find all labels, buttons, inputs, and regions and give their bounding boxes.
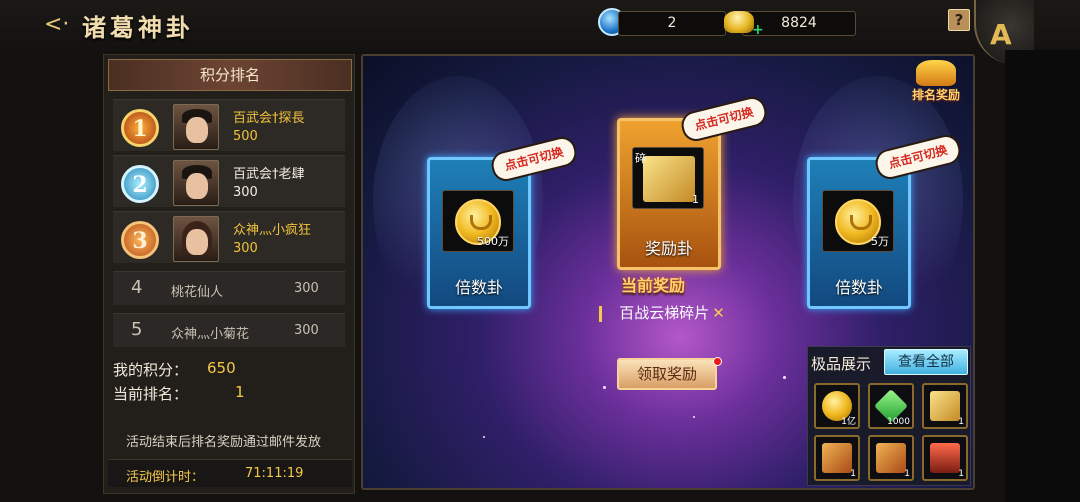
rank-name: 桃花仙人 bbox=[171, 285, 224, 300]
house-fragment-icon bbox=[930, 443, 960, 473]
card-item-slot: 5万 bbox=[822, 190, 894, 252]
rank-row-2[interactable]: 2 百武会†老肆 300 bbox=[113, 155, 345, 207]
rank-reward-label: 排名奖励 bbox=[911, 88, 960, 102]
showcase-item[interactable]: 1亿 bbox=[814, 383, 860, 429]
rank-number: 5 bbox=[131, 319, 143, 340]
item-qty: 1 bbox=[958, 469, 964, 479]
menu-letter: A bbox=[990, 18, 1012, 51]
countdown-bar: 活动倒计时： 71:11:19 bbox=[108, 459, 352, 487]
fragment-icon bbox=[930, 391, 960, 421]
right-edge bbox=[1005, 50, 1080, 502]
rank-score: 300 bbox=[294, 281, 319, 296]
item-qty: 1 bbox=[692, 193, 699, 206]
rank-score: 500 bbox=[233, 129, 258, 144]
close-icon[interactable]: ✕ bbox=[712, 304, 725, 322]
sparkle bbox=[783, 376, 786, 379]
sparkle bbox=[483, 436, 485, 438]
gold-ingot-icon bbox=[724, 11, 754, 33]
rank-row-3[interactable]: 3 众神灬小疯狂 300 bbox=[113, 211, 345, 263]
rank-name: 众神灬小疯狂 bbox=[233, 223, 312, 238]
showcase-item[interactable]: 1 bbox=[922, 435, 968, 481]
reward-panel: 排名奖励 500万 倍数卦 点击可切换 1 奖励卦 点击可切换 5万 倍数卦 点… bbox=[361, 54, 975, 490]
rank-row-1[interactable]: 1 百武会†探長 500 bbox=[113, 99, 345, 151]
showcase-item[interactable]: 1000 bbox=[868, 383, 914, 429]
rank-name: 众神灬小菊花 bbox=[171, 327, 250, 342]
avatar bbox=[173, 160, 219, 206]
taiji-count: 2 bbox=[618, 11, 726, 36]
card-item-slot: 1 bbox=[632, 147, 704, 209]
rank-reward-icon bbox=[916, 60, 956, 86]
card-label: 倍数卦 bbox=[834, 278, 883, 297]
rank-score: 300 bbox=[233, 185, 258, 200]
view-all-button[interactable]: 查看全部 bbox=[884, 349, 968, 375]
showcase-title: 极品展示 bbox=[811, 355, 872, 373]
reward-card-center[interactable]: 1 奖励卦 bbox=[617, 118, 721, 270]
top-bar: <· 诸葛神卦 2 8824 + ? A bbox=[0, 0, 1080, 64]
current-reward-label: 当前奖励 bbox=[621, 276, 686, 295]
reward-mail-note: 活动结束后排名奖励通过邮件发放 bbox=[126, 435, 322, 450]
my-rank-value: 1 bbox=[235, 383, 245, 401]
current-reward-item: 百战云梯碎片 bbox=[619, 304, 710, 322]
cart-fragment-icon bbox=[822, 443, 852, 473]
item-qty: 1 bbox=[958, 417, 964, 427]
rank-row-5[interactable]: 5 众神灬小菊花 300 bbox=[113, 313, 345, 347]
avatar bbox=[173, 216, 219, 262]
avatar bbox=[173, 104, 219, 150]
ranking-panel: 积分排名 1 百武会†探長 500 2 百武会†老肆 300 3 众神灬小疯狂 … bbox=[103, 54, 355, 494]
my-score-label: 我的积分： bbox=[113, 361, 189, 379]
my-score-value: 650 bbox=[207, 359, 236, 377]
rank-number: 4 bbox=[131, 277, 143, 298]
item-qty: 500万 bbox=[477, 235, 509, 248]
notification-dot-icon bbox=[713, 357, 722, 366]
add-gold-icon[interactable]: + bbox=[752, 22, 764, 38]
current-reward-name: 百战云梯碎片 ✕ bbox=[595, 302, 749, 326]
cart-fragment-icon bbox=[876, 443, 906, 473]
item-qty: 1000 bbox=[887, 417, 910, 427]
item-qty: 1 bbox=[850, 469, 856, 479]
item-qty: 5万 bbox=[871, 235, 889, 248]
ranking-title: 积分排名 bbox=[199, 66, 260, 84]
help-button[interactable]: ? bbox=[948, 9, 970, 31]
sparkle bbox=[693, 416, 695, 418]
showcase-item[interactable]: 1 bbox=[814, 435, 860, 481]
claim-reward-button[interactable]: 领取奖励 bbox=[617, 358, 717, 390]
page-title: 诸葛神卦 bbox=[82, 13, 194, 42]
countdown-value: 71:11:19 bbox=[245, 466, 304, 481]
multiplier-card-left[interactable]: 500万 倍数卦 bbox=[427, 157, 531, 309]
showcase-item[interactable]: 1 bbox=[922, 383, 968, 429]
showcase-item[interactable]: 1 bbox=[868, 435, 914, 481]
rank-3-medal-icon: 3 bbox=[121, 221, 159, 259]
back-arrow-icon[interactable]: <· bbox=[44, 12, 72, 38]
showcase-panel: 极品展示 查看全部 1亿 1000 1 1 1 1 bbox=[807, 346, 971, 486]
rank-score: 300 bbox=[294, 323, 319, 338]
countdown-label: 活动倒计时： bbox=[126, 470, 205, 485]
item-qty: 1亿 bbox=[841, 417, 856, 427]
rank-name: 百武会†探長 bbox=[233, 111, 305, 126]
rank-score: 300 bbox=[233, 241, 258, 256]
rank-row-4[interactable]: 4 桃花仙人 300 bbox=[113, 271, 345, 305]
rank-reward-button[interactable]: 排名奖励 bbox=[903, 60, 969, 110]
item-qty: 1 bbox=[904, 469, 910, 479]
rank-name: 百武会†老肆 bbox=[233, 167, 305, 182]
multiplier-card-right[interactable]: 5万 倍数卦 bbox=[807, 157, 911, 309]
card-label: 奖励卦 bbox=[644, 239, 693, 258]
card-label: 倍数卦 bbox=[454, 278, 503, 297]
fragment-icon bbox=[635, 150, 695, 202]
rank-2-medal-icon: 2 bbox=[121, 165, 159, 203]
rank-1-medal-icon: 1 bbox=[121, 109, 159, 147]
card-item-slot: 500万 bbox=[442, 190, 514, 252]
my-rank-label: 当前排名： bbox=[113, 385, 189, 403]
ranking-header: 积分排名 bbox=[108, 59, 352, 91]
switch-hint-bubble: 点击可切换 bbox=[678, 94, 770, 144]
sparkle bbox=[603, 386, 606, 389]
